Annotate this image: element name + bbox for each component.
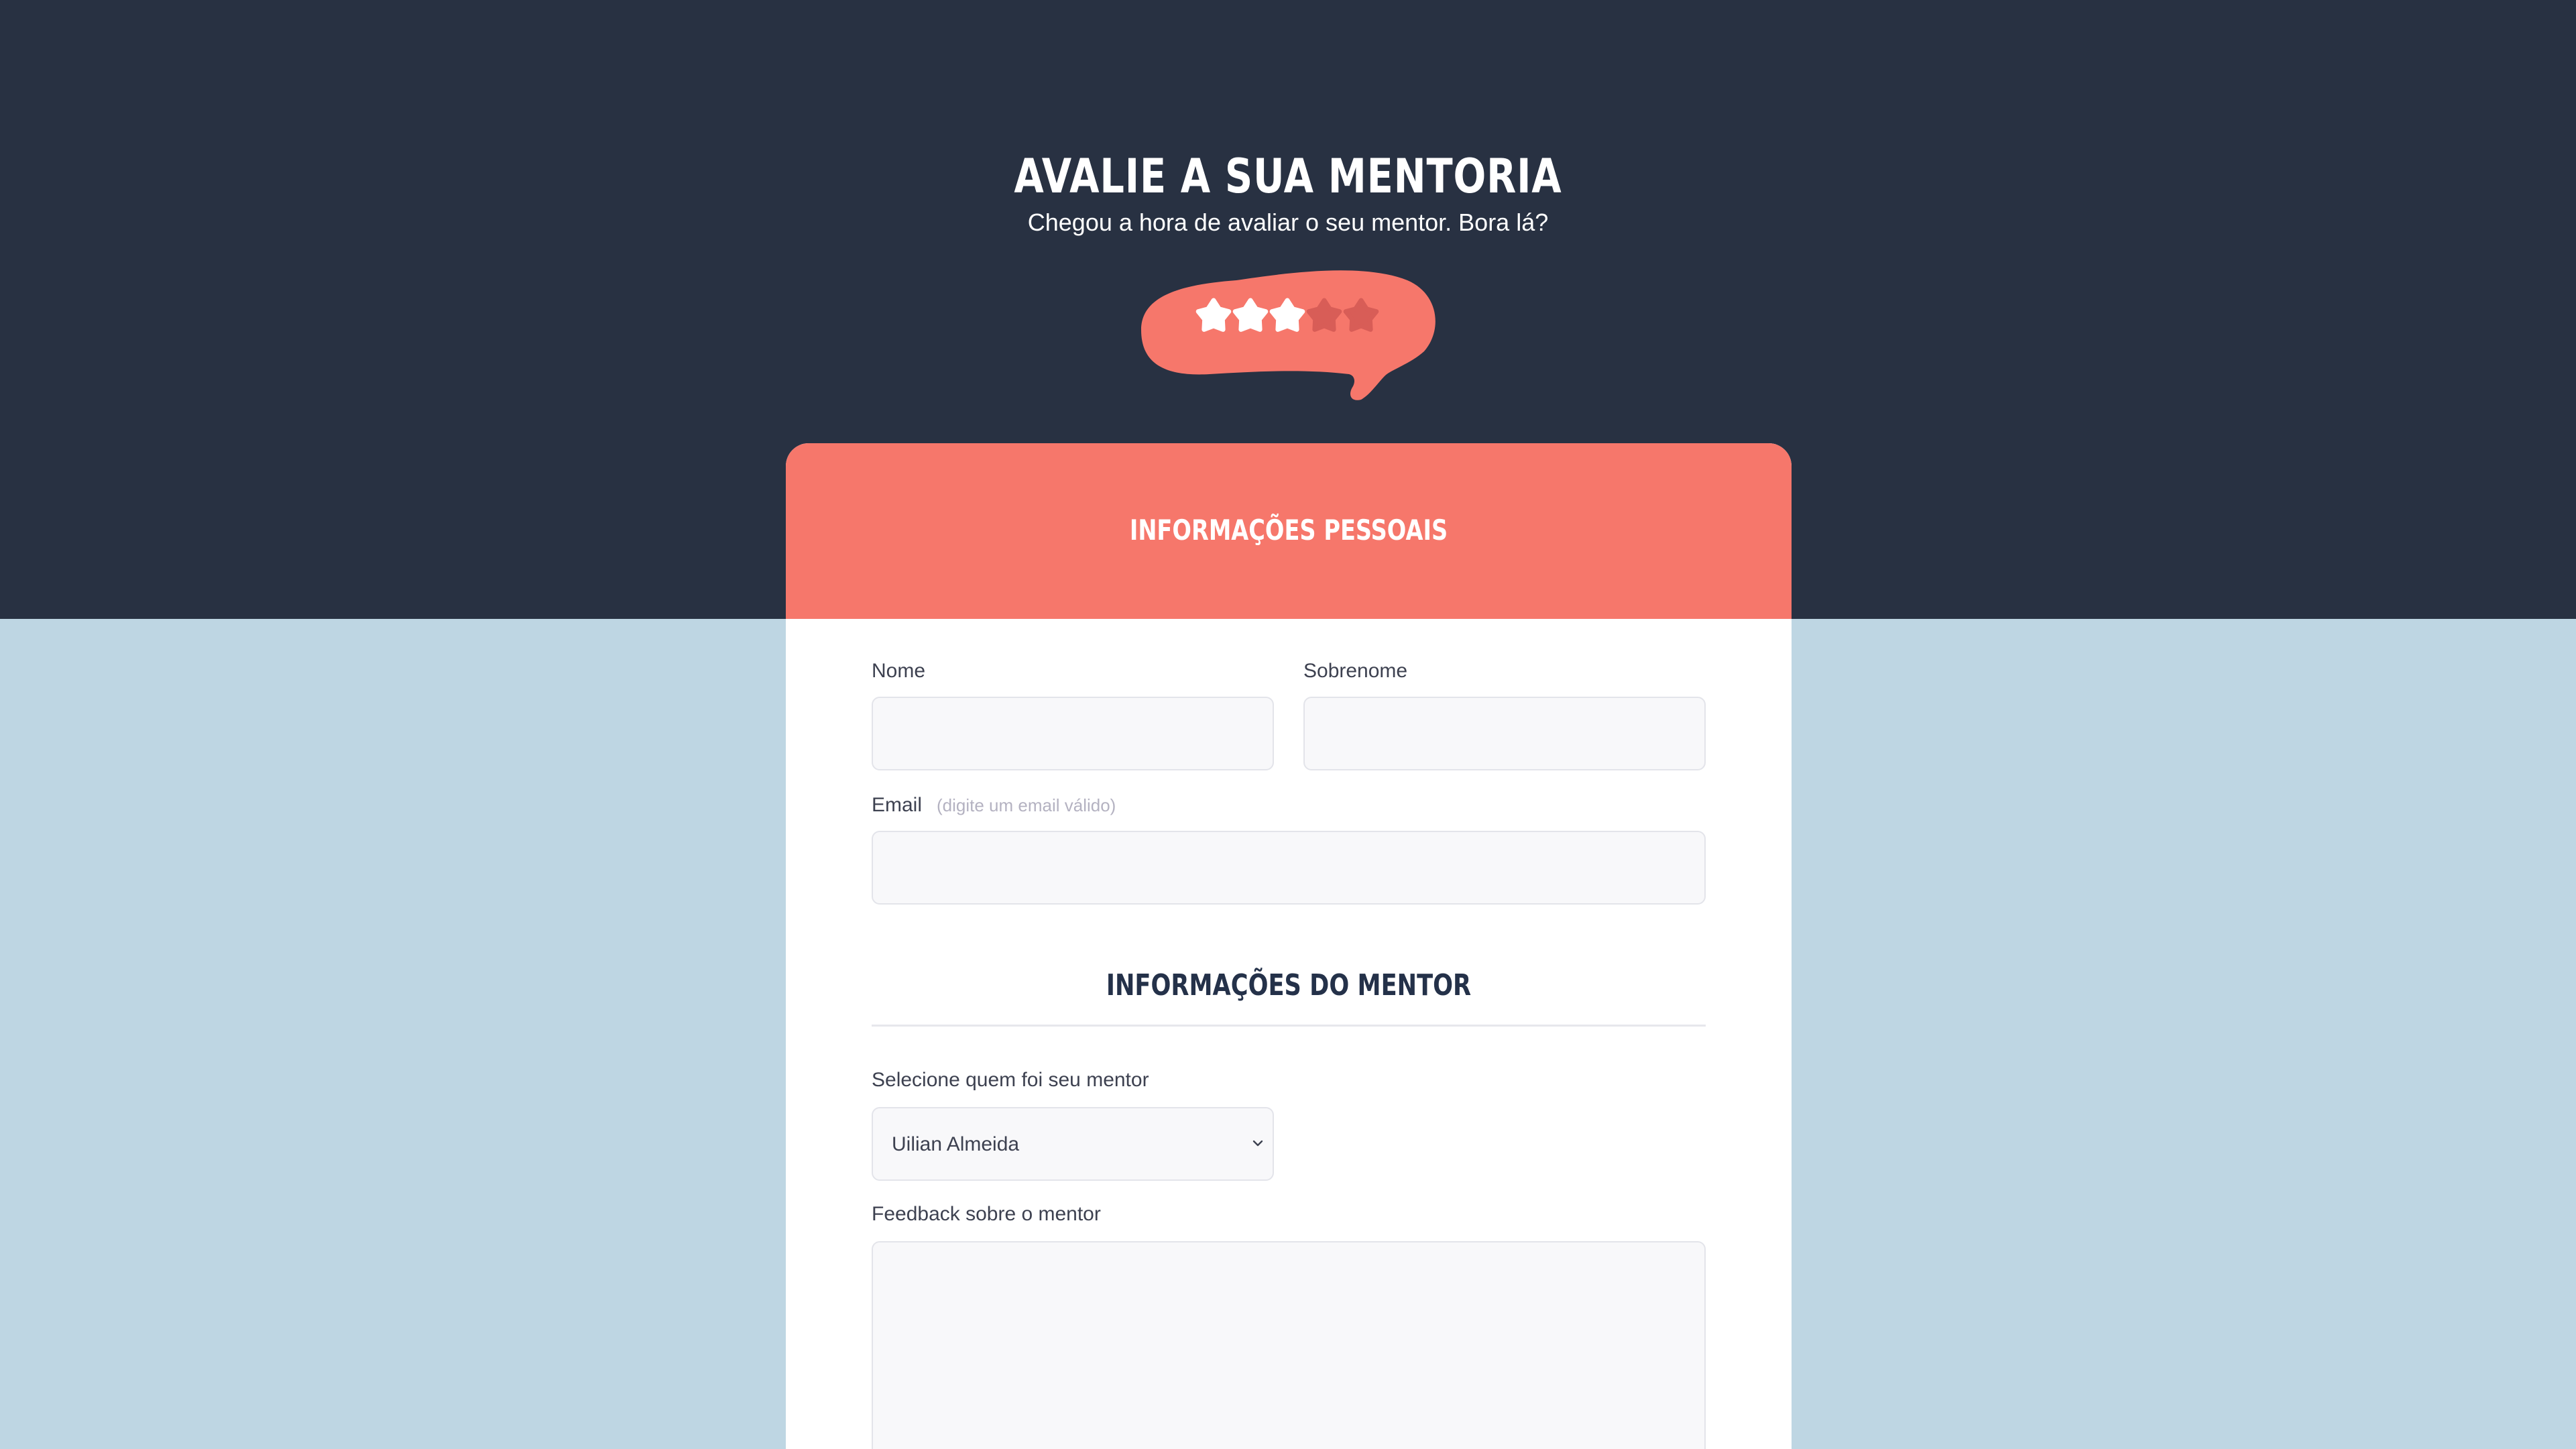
mentor-section-title: INFORMAÇÕES DO MENTOR — [1106, 968, 1472, 1002]
personal-section-title: INFORMAÇÕES PESSOAIS — [1129, 514, 1448, 546]
evaluation-form: INFORMAÇÕES PESSOAIS Nome Sobrenome Emai… — [786, 443, 1792, 1449]
email-label-group: Email (digite um email válido) — [872, 792, 1116, 819]
feedback-textarea[interactable] — [872, 1241, 1706, 1449]
last-name-input[interactable] — [1303, 697, 1706, 770]
page-title: AVALIE A SUA MENTORIA — [1014, 149, 1562, 204]
email-hint: (digite um email válido) — [937, 795, 1116, 815]
form-header: INFORMAÇÕES PESSOAIS — [786, 443, 1792, 619]
rating-bubble — [1141, 270, 1436, 400]
email-label: Email — [872, 794, 923, 816]
first-name-label: Nome — [872, 660, 926, 682]
last-name-label: Sobrenome — [1303, 660, 1408, 682]
chevron-down-icon — [1252, 1140, 1263, 1147]
speech-bubble-shape — [1141, 270, 1436, 400]
feedback-label: Feedback sobre o mentor — [872, 1203, 1101, 1225]
email-input[interactable] — [872, 831, 1706, 905]
mentor-select-label: Selecione quem foi seu mentor — [872, 1069, 1149, 1091]
first-name-input[interactable] — [872, 697, 1274, 770]
mentor-select-value: Uilian Almeida — [892, 1133, 1020, 1155]
page-subtitle: Chegou a hora de avaliar o seu mentor. B… — [1027, 209, 1549, 236]
mentor-select[interactable]: Uilian Almeida — [872, 1107, 1274, 1181]
section-divider — [872, 1025, 1706, 1027]
